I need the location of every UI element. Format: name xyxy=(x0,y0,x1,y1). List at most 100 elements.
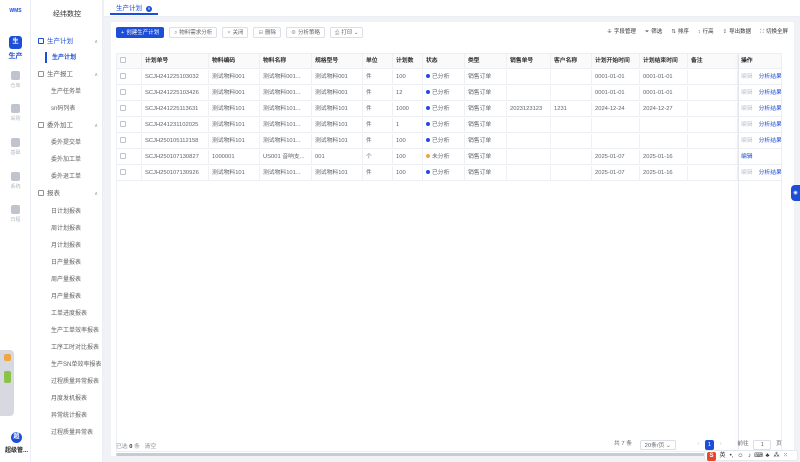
column-header[interactable]: 类型 xyxy=(465,54,507,69)
fullscreen-button[interactable]: ⛶ 切换全屏 xyxy=(760,27,788,38)
column-header[interactable]: 状态 xyxy=(423,54,465,69)
table-row[interactable]: SCJH241231102025 测试物料101 测试物料101... 测试物料101… xyxy=(117,118,781,133)
row-checkbox[interactable] xyxy=(117,118,142,133)
floating-toolbox[interactable] xyxy=(0,350,14,416)
emoji-icon[interactable]: ☺ xyxy=(736,451,745,461)
sidebar-item-report[interactable]: 工序工时对比报表 xyxy=(51,342,101,354)
row-checkbox[interactable] xyxy=(117,102,142,117)
sidebar-item-report[interactable]: 生产SN单效率报表 xyxy=(51,359,101,371)
edit-link[interactable]: 编辑 xyxy=(741,106,753,112)
sidebar-group-reports[interactable]: 报表 ∧ xyxy=(38,188,100,200)
goto-page-input[interactable]: 1 xyxy=(753,439,772,450)
edit-link[interactable]: 编辑 xyxy=(741,138,753,144)
sidebar-item-task[interactable]: 生产任务单 xyxy=(51,86,101,98)
prev-page-button[interactable]: ‹ xyxy=(697,439,699,450)
sidebar-item-report[interactable]: 日产量报表 xyxy=(51,257,101,269)
filter-button[interactable]: ⏷ 筛选 xyxy=(645,27,662,38)
sidebar-item-report[interactable]: 生产工单效率报表 xyxy=(51,325,101,337)
analysis-result-link[interactable]: 分析结果 xyxy=(759,74,781,80)
sidebar-item-outsource-submit[interactable]: 委外提交单 xyxy=(51,137,101,149)
sidebar-item-report[interactable]: 过程质量异常表 xyxy=(51,427,101,439)
ime-toolbar[interactable]: S 英 •, ☺ ♪ ⌨ ♣ ⁂ ⁙ xyxy=(704,450,798,461)
sort-button[interactable]: ⇅ 排序 xyxy=(671,27,689,38)
export-button[interactable]: ⇪ 导出数据 xyxy=(723,27,752,38)
sidebar-item-outsource-return[interactable]: 委外退工单 xyxy=(51,171,101,183)
assistant-float-button[interactable]: ◉ xyxy=(791,185,800,201)
sidebar-item-report[interactable]: 过程质量异常报表 xyxy=(51,376,101,388)
ime-lang-toggle[interactable]: 英 xyxy=(718,451,727,461)
edit-link[interactable]: 编辑 xyxy=(741,74,753,80)
rail-item-schedule[interactable]: 日程 xyxy=(3,205,28,223)
table-row[interactable]: SCJH250107130827 1000001 US001 音响支... 001 个 1… xyxy=(117,150,781,165)
analysis-result-link[interactable]: 分析结果 xyxy=(759,122,781,128)
row-height-button[interactable]: ↕ 行高 xyxy=(698,27,714,38)
sidebar-item-report[interactable]: 工单进度报表 xyxy=(51,308,101,320)
material-analysis-button[interactable]: ⌕ 物料需求分析 xyxy=(169,27,218,38)
page-size-select[interactable]: 20条/页 ⌄ xyxy=(639,439,676,450)
page-number-current[interactable]: 1 xyxy=(705,439,714,450)
edit-link[interactable]: 编辑 xyxy=(741,122,753,128)
user-menu[interactable]: 超 超级管... xyxy=(3,432,30,454)
rail-item-warehouse[interactable]: 仓库 xyxy=(3,71,28,89)
column-header[interactable]: 物料名称 xyxy=(260,54,312,69)
sidebar-item-report[interactable]: 日计划报表 xyxy=(51,206,101,218)
table-row[interactable]: SCJH241225103032 测试物料001 测试物料001... 测试物料001… xyxy=(117,70,781,85)
row-checkbox[interactable] xyxy=(117,150,142,165)
horizontal-scrollbar[interactable] xyxy=(116,453,733,456)
close-icon[interactable]: ✕ xyxy=(146,6,152,12)
table-row[interactable]: SCJH241225103426 测试物料001 测试物料001... 测试物料001… xyxy=(117,86,781,101)
table-row[interactable]: SCJH241225113631 测试物料101 测试物料101... 测试物料101… xyxy=(117,102,781,117)
delete-button[interactable]: ⊟ 删除 xyxy=(253,27,282,38)
sidebar-item-report[interactable]: 异常统计报表 xyxy=(51,410,101,422)
sidebar-item-report[interactable]: 月度发机报表 xyxy=(51,393,101,405)
column-header[interactable]: 客户名称 xyxy=(551,54,592,69)
analysis-result-link[interactable]: 分析结果 xyxy=(759,170,781,176)
rail-item-system[interactable]: 系统 xyxy=(3,172,28,190)
sidebar-item-report[interactable]: 月产量报表 xyxy=(51,291,101,303)
field-manage-button[interactable]: ⁜ 字段管理 xyxy=(607,27,636,38)
edit-link[interactable]: 编辑 xyxy=(741,170,753,176)
analysis-strategy-button[interactable]: ⚙ 分析策略 xyxy=(286,27,325,38)
analysis-result-link[interactable]: 分析结果 xyxy=(759,106,781,112)
keyboard-icon[interactable]: ⌨ xyxy=(754,451,763,461)
sidebar-item-report[interactable]: 月计划报表 xyxy=(51,240,101,252)
rail-item-basic[interactable]: 基础 xyxy=(3,138,28,156)
column-header[interactable]: 单位 xyxy=(363,54,393,69)
column-header[interactable]: 计划结束时间 xyxy=(640,54,688,69)
sidebar-group-report-work[interactable]: 生产报工 ∧ xyxy=(38,69,100,81)
tab-production-plan[interactable]: 生产计划 ✕ xyxy=(110,3,158,15)
analysis-result-link[interactable]: 分析结果 xyxy=(759,90,781,96)
column-header[interactable]: 计划开始时间 xyxy=(592,54,640,69)
table-row[interactable]: SCJH250105112158 测试物料101 测试物料101... 测试物料101… xyxy=(117,134,781,149)
sidebar-group-outsource[interactable]: 委外加工 ∧ xyxy=(38,120,100,132)
column-header[interactable]: 备注 xyxy=(688,54,738,69)
select-all-checkbox[interactable] xyxy=(117,54,142,69)
sidebar-item-production-plan[interactable]: 生产计划 xyxy=(52,52,102,64)
toolbox-icon[interactable]: ⁂ xyxy=(772,451,781,461)
sidebar-group-plan[interactable]: 生产计划 ∧ xyxy=(38,36,100,48)
rail-item-production[interactable]: 生 生产 xyxy=(3,36,28,61)
row-checkbox[interactable] xyxy=(117,166,142,181)
rail-item-purchase[interactable]: 采购 xyxy=(3,104,28,122)
sidebar-item-report[interactable]: 周产量报表 xyxy=(51,274,101,286)
column-header[interactable]: 规格型号 xyxy=(312,54,363,69)
column-header[interactable]: 物料编码 xyxy=(209,54,260,69)
sidebar-item-sn[interactable]: sn码列表 xyxy=(51,103,101,115)
punctuation-icon[interactable]: •, xyxy=(727,451,736,461)
create-plan-button[interactable]: + 创建生产计划 xyxy=(116,27,165,38)
row-checkbox[interactable] xyxy=(117,70,142,85)
print-button[interactable]: ⎙ 打印 ⌄ xyxy=(329,27,364,38)
column-header[interactable]: 计划单号 xyxy=(142,54,209,69)
skin-icon[interactable]: ♣ xyxy=(763,451,772,461)
microphone-icon[interactable]: ♪ xyxy=(745,451,754,461)
table-row[interactable]: SCJH250107130926 测试物料101 测试物料101... 测试物料101… xyxy=(117,166,781,181)
analysis-result-link[interactable]: 分析结果 xyxy=(759,138,781,144)
column-header[interactable]: 销售单号 xyxy=(507,54,551,69)
edit-link[interactable]: 编辑 xyxy=(741,90,753,96)
sidebar-item-report[interactable]: 周计划报表 xyxy=(51,223,101,235)
clear-selection-link[interactable]: 清空 xyxy=(145,444,157,450)
column-header[interactable]: 计划数 xyxy=(393,54,423,69)
row-checkbox[interactable] xyxy=(117,86,142,101)
grid-icon[interactable]: ⁙ xyxy=(781,451,790,461)
row-checkbox[interactable] xyxy=(117,134,142,149)
